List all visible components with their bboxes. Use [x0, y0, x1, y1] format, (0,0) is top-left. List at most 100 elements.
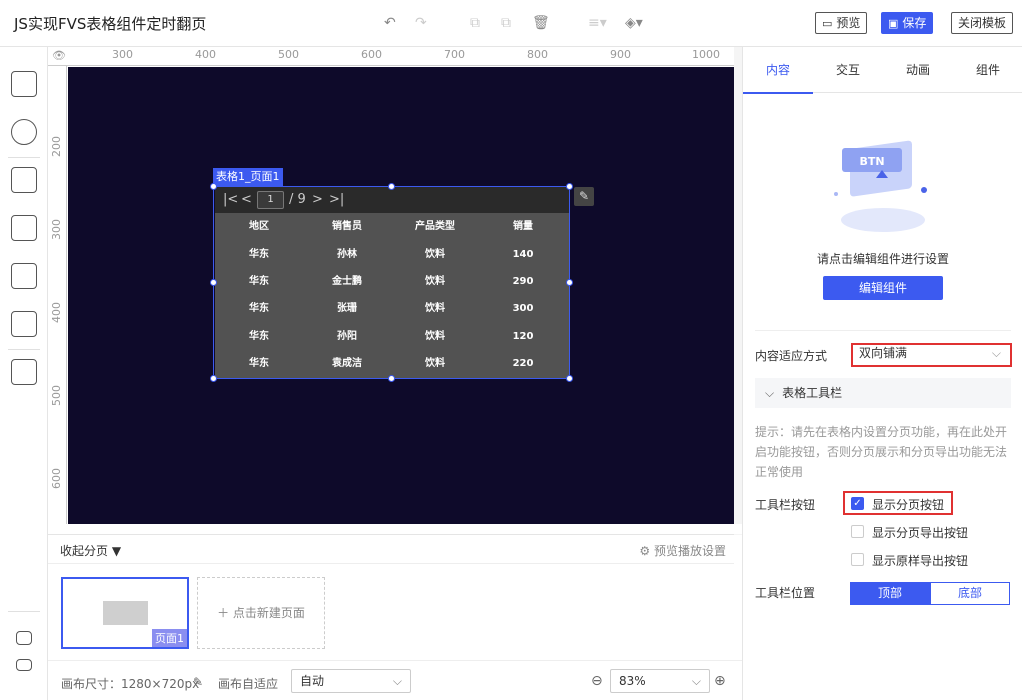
ruler-tick: 300 [112, 48, 133, 61]
column-header: 地区 [249, 221, 269, 232]
page-thumbnail[interactable]: 页面1 [61, 577, 189, 649]
chevron-down-icon: ⌵ [392, 674, 402, 688]
component-tag[interactable]: 表格1_页面1 [213, 168, 283, 186]
ruler-tick: 700 [444, 48, 465, 61]
playback-settings-button[interactable]: ⚙ 预览播放设置 [639, 542, 726, 559]
column-header: 产品类型 [415, 221, 455, 232]
page-title: JS实现FVS表格组件定时翻页 [14, 15, 207, 33]
ruler-tick: 600 [50, 468, 63, 489]
media-icon[interactable] [11, 215, 37, 241]
canvas-fit-select[interactable]: 自动 ⌵ [291, 669, 411, 693]
cube-icon[interactable] [11, 71, 37, 97]
zoom-select[interactable]: 83% ⌵ [610, 669, 710, 693]
resize-handle[interactable] [388, 375, 395, 382]
ruler-tick: 500 [50, 385, 63, 406]
table-cell: 华东 [249, 249, 269, 260]
layers-icon[interactable]: ◈▾ [625, 15, 643, 31]
export-page-checkbox[interactable] [851, 525, 864, 538]
layers-panel-icon[interactable] [16, 631, 32, 645]
pages-bar: 收起分页 ▼ ⚙ 预览播放设置 [48, 534, 734, 564]
table-cell: 孙林 [337, 249, 357, 260]
export-original-checkbox[interactable] [851, 553, 864, 566]
horizontal-ruler: 👁 300 400 500 600 700 800 900 1000 [48, 47, 734, 66]
position-bottom-button[interactable]: 底部 [930, 582, 1010, 605]
collapse-pages-button[interactable]: 收起分页 ▼ [60, 542, 121, 559]
tab-interaction[interactable]: 交互 [813, 47, 883, 93]
resize-handle[interactable] [388, 183, 395, 190]
ruler-tick: 1000 [692, 48, 720, 61]
resize-handle[interactable] [566, 183, 573, 190]
inbox-icon[interactable] [11, 263, 37, 289]
text-icon[interactable] [11, 167, 37, 193]
resize-handle[interactable] [210, 279, 217, 286]
show-pager-checkbox[interactable]: ✓ [851, 497, 864, 510]
next-page-icon[interactable]: > [312, 192, 323, 207]
table-icon[interactable] [11, 311, 37, 337]
delete-icon[interactable]: 🗑 [532, 15, 550, 31]
prev-page-icon[interactable]: < [241, 192, 252, 207]
ruler-tick: 600 [361, 48, 382, 61]
resize-handle[interactable] [210, 183, 217, 190]
gear-icon: ⚙ [639, 544, 651, 558]
pie-chart-icon[interactable] [11, 119, 37, 145]
resize-handle[interactable] [566, 279, 573, 286]
page-number-input[interactable]: 1 [257, 191, 284, 209]
export-page-label: 显示分页导出按钮 [872, 526, 969, 540]
vertical-scrollbar[interactable] [734, 47, 742, 535]
undo-icon[interactable]: ↶ [384, 15, 396, 31]
table-cell: 220 [512, 358, 534, 369]
first-page-icon[interactable]: |< [223, 192, 238, 207]
ruler-tick: 400 [195, 48, 216, 61]
edit-pencil-icon[interactable]: ✎ [574, 187, 594, 206]
last-page-icon[interactable]: >| [329, 192, 344, 207]
zoom-out-icon[interactable]: ⊖ [591, 673, 603, 689]
toolbar-position-label: 工具栏位置 [755, 586, 816, 600]
button-illustration-icon: BTN [834, 140, 927, 232]
page-total: / 9 [289, 192, 306, 207]
eye-icon[interactable]: 👁 [52, 49, 66, 62]
align-icon[interactable]: ≡▾ [588, 15, 607, 31]
fit-mode-label: 内容适应方式 [755, 349, 828, 363]
zoom-in-icon[interactable]: ⊕ [714, 673, 726, 689]
keyboard-icon[interactable] [16, 659, 32, 671]
close-template-button[interactable]: 关闭模板 [951, 12, 1014, 34]
edit-component-button[interactable]: 编辑组件 [823, 276, 943, 300]
table-cell: 300 [512, 303, 534, 314]
table-cell: 袁成洁 [332, 358, 362, 369]
paste-icon[interactable]: ⧉ [501, 15, 511, 31]
new-page-button[interactable]: ＋ 点击新建页面 [197, 577, 325, 649]
tab-content[interactable]: 内容 [743, 47, 813, 94]
data-table: 地区 销售员 产品类型 销量 华东 孙林 饮料 140 华东 金士鹏 饮料 29… [215, 213, 569, 378]
table-pager: |< < 1 / 9 > >| [215, 187, 569, 213]
resize-handle[interactable] [566, 375, 573, 382]
divider [755, 330, 1011, 331]
position-top-button[interactable]: 顶部 [850, 582, 930, 605]
horizontal-scrollbar[interactable] [48, 524, 742, 534]
table-cell: 饮料 [425, 303, 445, 314]
ruler-tick: 900 [610, 48, 631, 61]
tab-animation[interactable]: 动画 [883, 47, 953, 93]
fit-mode-select[interactable]: 双向铺满 ⌵ [853, 344, 1011, 366]
monitor-icon: ▭ [822, 17, 833, 30]
save-button[interactable]: ▣ 保存 [881, 12, 934, 34]
table-cell: 孙阳 [337, 331, 357, 342]
toolbar-section-header[interactable]: ⌵ 表格工具栏 [755, 378, 1011, 408]
footer-bar: 画布尺寸：1280×720px ✎ 画布自适应 自动 ⌵ ⊖ 83% ⌵ ⊕ [48, 660, 742, 700]
copy-icon[interactable]: ⧉ [470, 15, 480, 31]
table-header: 地区 销售员 产品类型 销量 [215, 213, 569, 240]
tab-component[interactable]: 组件 [953, 47, 1022, 93]
ruler-tick: 500 [278, 48, 299, 61]
preview-button[interactable]: ▭ 预览 [815, 12, 868, 34]
chevron-down-icon: ⌵ [765, 386, 775, 400]
ruler-tick: 200 [50, 136, 63, 157]
divider [8, 157, 40, 158]
redo-icon[interactable]: ↷ [415, 15, 427, 31]
edit-hint: 请点击编辑组件进行设置 [816, 252, 949, 266]
divider [8, 349, 40, 350]
edit-size-icon[interactable]: ✎ [193, 675, 203, 689]
ruler-tick: 400 [50, 302, 63, 323]
toolbar-buttons-label: 工具栏按钮 [755, 498, 816, 512]
archive-icon[interactable] [11, 359, 37, 385]
resize-handle[interactable] [210, 375, 217, 382]
chevron-down-icon: ⌵ [991, 346, 1001, 360]
